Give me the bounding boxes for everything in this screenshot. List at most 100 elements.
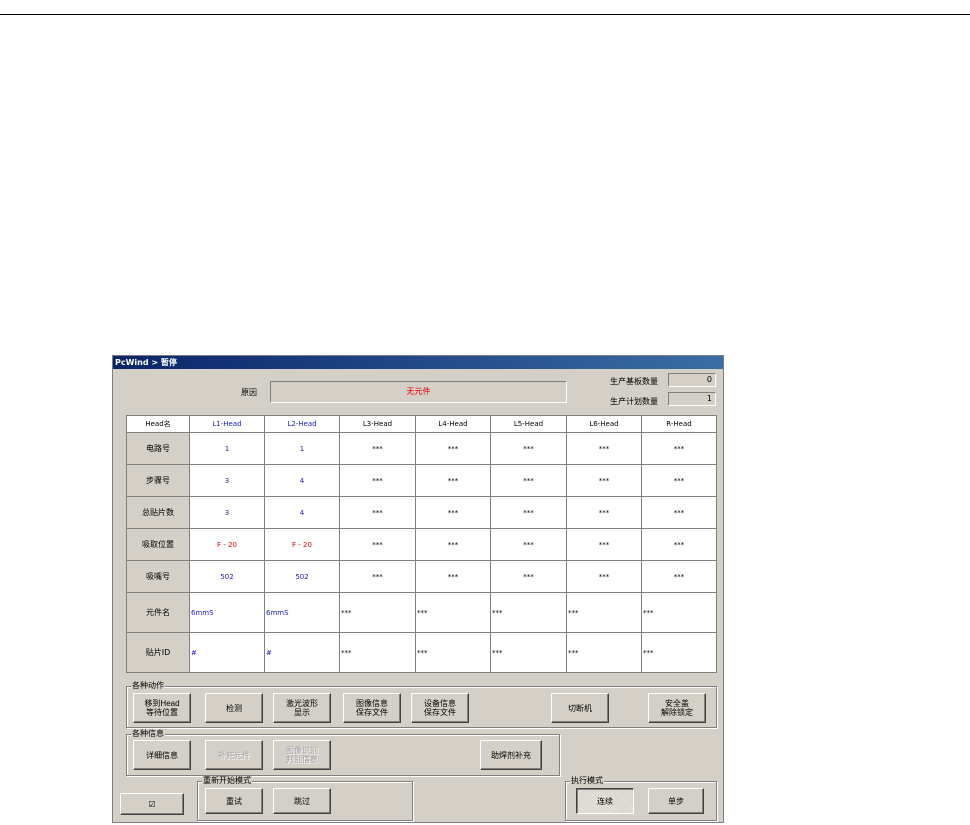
row-label: 吸嘴号 xyxy=(126,560,190,593)
table-cell: *** xyxy=(490,632,567,673)
table-cell: *** xyxy=(641,496,717,529)
exec-mode-title: 执行模式 xyxy=(570,776,604,786)
inspect-button[interactable]: 检测 xyxy=(205,693,263,723)
table-row: 元件名 6mmS 6mmS *** *** *** *** *** xyxy=(126,592,717,633)
single-step-button[interactable]: 单步 xyxy=(648,788,704,814)
table-cell: *** xyxy=(339,528,416,561)
header-l1: L1-Head xyxy=(189,415,265,433)
table-cell: *** xyxy=(415,464,491,497)
base-count-value: 0 xyxy=(668,373,716,387)
table-cell: *** xyxy=(415,432,491,465)
table-cell: 3 xyxy=(189,464,265,497)
table-cell: *** xyxy=(641,560,717,593)
safety-cover-unlock-button[interactable]: 安全盖 解除锁定 xyxy=(648,693,706,723)
restart-mode-title: 重新开始模式 xyxy=(202,776,252,786)
top-rule xyxy=(0,14,970,15)
retry-button[interactable]: 重试 xyxy=(205,788,263,814)
checkbox-icon: ☑ xyxy=(148,799,156,809)
image-recognition-button[interactable]: 图像识别 判别信息 xyxy=(273,740,331,770)
table-cell: *** xyxy=(566,496,642,529)
table-cell: 6mmS xyxy=(189,592,265,633)
row-label: 总贴片数 xyxy=(126,496,190,529)
table-cell: 502 xyxy=(189,560,265,593)
table-cell: *** xyxy=(641,592,717,633)
table-cell: *** xyxy=(490,592,567,633)
table-cell: *** xyxy=(566,464,642,497)
move-head-button[interactable]: 移到Head 等待位置 xyxy=(133,693,191,723)
add-part-button[interactable]: 补充元件 xyxy=(205,740,263,770)
continuous-button[interactable]: 连续 xyxy=(576,788,634,814)
row-label: 步骤号 xyxy=(126,464,190,497)
table-cell: *** xyxy=(490,528,567,561)
info-group-title: 各种信息 xyxy=(131,729,165,739)
table-cell: *** xyxy=(641,528,717,561)
table-header-row: Head名 L1-Head L2-Head L3-Head L4-Head L5… xyxy=(126,415,717,433)
plan-count-label: 生产计划数量 xyxy=(610,397,658,406)
table-cell: *** xyxy=(415,496,491,529)
table-row: 吸取位置 F - 20 F - 20 *** *** *** *** *** xyxy=(126,528,717,561)
header-corner: Head名 xyxy=(126,415,190,433)
table-cell: 1 xyxy=(264,432,340,465)
table-cell: # xyxy=(189,632,265,673)
window-title: PcWind > 暂停 xyxy=(113,356,723,369)
reason-value: 无元件 xyxy=(406,387,431,396)
laser-waveform-button[interactable]: 激光波形 显示 xyxy=(273,693,331,723)
row-label: 元件名 xyxy=(126,592,190,633)
flux-add-button[interactable]: 助焊剂补充 xyxy=(480,740,542,770)
header-l4: L4-Head xyxy=(415,415,491,433)
table-cell: *** xyxy=(339,432,416,465)
table-row: 总贴片数 3 4 *** *** *** *** *** xyxy=(126,496,717,529)
table-cell: *** xyxy=(339,464,416,497)
checkbox-button[interactable]: ☑ xyxy=(120,793,184,815)
table-cell: *** xyxy=(641,432,717,465)
table-row: 吸嘴号 502 502 *** *** *** *** *** xyxy=(126,560,717,593)
table-cell: *** xyxy=(641,632,717,673)
table-cell: *** xyxy=(566,592,642,633)
table-row: 步骤号 3 4 *** *** *** *** *** xyxy=(126,464,717,497)
row-label: 吸取位置 xyxy=(126,528,190,561)
table-cell: *** xyxy=(566,528,642,561)
detail-info-button[interactable]: 详细信息 xyxy=(133,740,191,770)
table-row: 贴片ID # # *** *** *** *** *** xyxy=(126,632,717,673)
header-l6: L6-Head xyxy=(566,415,642,433)
header-l5: L5-Head xyxy=(490,415,567,433)
table-cell: 3 xyxy=(189,496,265,529)
table-cell: *** xyxy=(566,632,642,673)
table-cell: F - 20 xyxy=(264,528,340,561)
table-cell: 4 xyxy=(264,464,340,497)
header-l3: L3-Head xyxy=(339,415,416,433)
table-cell: *** xyxy=(641,464,717,497)
cutter-button[interactable]: 切断机 xyxy=(551,693,609,723)
table-row: 电路号 1 1 *** *** *** *** *** xyxy=(126,432,717,465)
table-cell: *** xyxy=(415,528,491,561)
pause-dialog: PcWind > 暂停 原因 无元件 生产基板数量 0 生产计划数量 1 Hea… xyxy=(112,355,724,823)
header-r: R-Head xyxy=(641,415,717,433)
table-cell: 1 xyxy=(189,432,265,465)
header-l2: L2-Head xyxy=(264,415,340,433)
skip-button[interactable]: 跳过 xyxy=(273,788,331,814)
table-cell: *** xyxy=(566,560,642,593)
table-cell: *** xyxy=(566,432,642,465)
base-count-label: 生产基板数量 xyxy=(610,377,658,386)
table-cell: *** xyxy=(339,496,416,529)
reason-box: 无元件 xyxy=(270,381,567,403)
table-cell: 502 xyxy=(264,560,340,593)
table-cell: 4 xyxy=(264,496,340,529)
table-cell: *** xyxy=(339,632,416,673)
table-cell: *** xyxy=(490,464,567,497)
table-cell: *** xyxy=(490,560,567,593)
reason-label: 原因 xyxy=(241,388,257,397)
table-cell: *** xyxy=(415,632,491,673)
table-cell: F - 20 xyxy=(189,528,265,561)
plan-count-value: 1 xyxy=(668,392,716,406)
table-cell: *** xyxy=(339,560,416,593)
table-cell: *** xyxy=(490,432,567,465)
device-info-save-button[interactable]: 设备信息 保存文件 xyxy=(411,693,469,723)
row-label: 电路号 xyxy=(126,432,190,465)
table-cell: *** xyxy=(415,592,491,633)
image-info-save-button[interactable]: 图像信息 保存文件 xyxy=(343,693,401,723)
actions-group-title: 各种动作 xyxy=(131,681,165,691)
table-cell: # xyxy=(264,632,340,673)
row-label: 贴片ID xyxy=(126,632,190,673)
table-cell: 6mmS xyxy=(264,592,340,633)
